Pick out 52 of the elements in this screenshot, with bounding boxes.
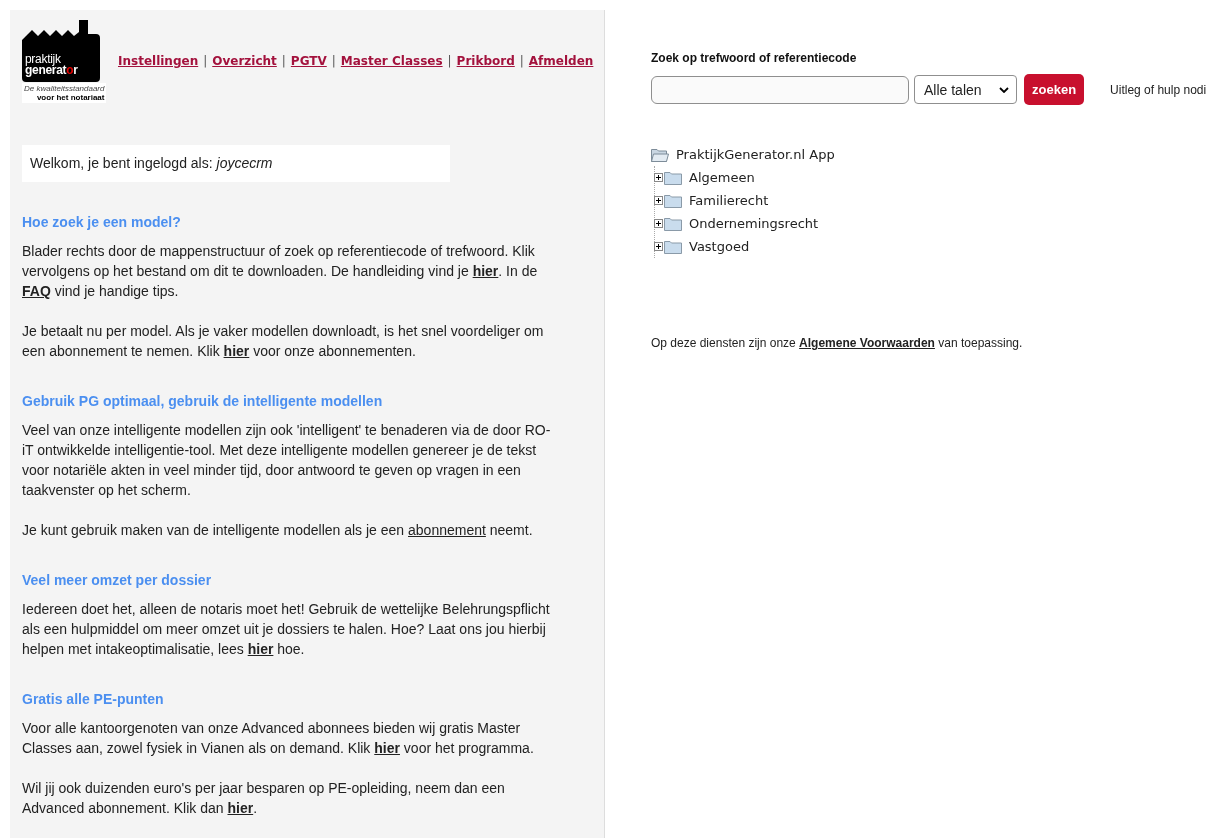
open-folder-icon: [651, 147, 669, 162]
nav-separator: |: [331, 54, 336, 68]
nav-separator: |: [519, 54, 524, 68]
paragraph: Wil jij ook duizenden euro's per jaar besparen op PE-opleiding, neem dan een Advanced abonnement. Klik dan hier.: [22, 779, 506, 818]
search-field[interactable]: [651, 75, 909, 104]
language-select[interactable]: Alle talen: [914, 75, 1017, 104]
folder-icon: [664, 239, 682, 254]
nav-link[interactable]: Prikbord: [456, 54, 515, 68]
expand-icon[interactable]: [654, 196, 663, 205]
paragraph: Je kunt gebruik maken van de intelligente modellen als je een abonnement neemt.: [22, 521, 534, 540]
text-link[interactable]: abonnement: [408, 522, 486, 538]
paragraph: Voor alle kantoorgenoten van onze Advanced abonnees bieden wij gratis Master Classes aan, zowel fysiek in Vianen als on demand. Klik hier voor het programma.: [22, 719, 535, 758]
tree-item[interactable]: Familierecht: [689, 193, 769, 208]
nav-link[interactable]: Master Classes: [340, 54, 443, 68]
text-link[interactable]: hier: [247, 641, 274, 657]
terms-link[interactable]: Algemene Voorwaarden: [799, 336, 935, 350]
section-heading: Hoe zoek je een model?: [22, 214, 182, 231]
folder-icon: [664, 170, 682, 185]
folder-icon: [664, 216, 682, 231]
help-link[interactable]: Uitleg of hulp nodi: [1110, 82, 1207, 97]
nav-link[interactable]: PGTV: [290, 54, 327, 68]
nav-separator: |: [203, 54, 208, 68]
text-link[interactable]: hier: [223, 343, 250, 359]
tree-item[interactable]: Vastgoed: [689, 239, 750, 254]
expand-icon[interactable]: [654, 242, 663, 251]
nav-link[interactable]: Overzicht: [212, 54, 277, 68]
tree-item[interactable]: PraktijkGenerator.nl App: [676, 147, 835, 162]
text-link[interactable]: FAQ: [22, 283, 51, 299]
section-heading: Gebruik PG optimaal, gebruik de intelligente modellen: [22, 393, 384, 410]
chevron-icon: [999, 86, 1009, 93]
tree-item[interactable]: Algemeen: [689, 170, 755, 185]
search-label: Zoek op trefwoord of referentiecode: [651, 51, 858, 65]
text-link[interactable]: hier: [472, 263, 499, 279]
nav-link[interactable]: Instellingen: [118, 54, 199, 68]
paragraph: Blader rechts door de mappenstructuur of zoek op referentiecode of trefwoord. Klik vervolgens op het bestand om dit te downloaden. De handleiding vind je hier. In de FAQ vind je handige tips.: [22, 242, 539, 301]
terms-notice: Op deze diensten zijn onze Algemene Voorwaarden van toepassing.: [651, 336, 1024, 350]
nav-separator: |: [447, 54, 452, 68]
text-link[interactable]: hier: [374, 740, 400, 756]
folder-icon: [664, 193, 682, 208]
expand-icon[interactable]: [654, 173, 663, 182]
paragraph: Iedereen doet het, alleen de notaris moet het! Gebruik de wettelijke Belehrungspflicht als een hulpmiddel om meer omzet uit je dossiers te halen. Hoe? Laat ons jou hierbij helpen met intakeoptimalisatie, lees hier hoe.: [22, 600, 551, 659]
welcome-message: Welkom, je bent ingelogd als: joycecrm: [22, 145, 450, 182]
expand-icon[interactable]: [654, 219, 663, 228]
nav-link[interactable]: Afmelden: [528, 54, 594, 68]
paragraph: Je betaalt nu per model. Als je vaker modellen downloadt, is het snel voordeliger om een abonnement te nemen. Klik hier voor onze abonnementen.: [22, 322, 545, 361]
tree-item[interactable]: Ondernemingsrecht: [689, 216, 819, 231]
section-heading: Gratis alle PE-punten: [22, 691, 165, 708]
paragraph: Veel van onze intelligente modellen zijn ook 'intelligent' te benaderen via de door RO-iT ontwikkelde intelligentie-tool. Met deze intelligente modellen genereer je de tekst voor notariële akten in veel minder tijd, door antwoord te geven op vragen in een taakvenster op het scherm.: [22, 421, 552, 500]
section-heading: Veel meer omzet per dossier: [22, 572, 213, 589]
search-button[interactable]: zoeken: [1024, 74, 1085, 105]
nav-separator: |: [281, 54, 286, 68]
text-link[interactable]: hier: [227, 800, 254, 816]
